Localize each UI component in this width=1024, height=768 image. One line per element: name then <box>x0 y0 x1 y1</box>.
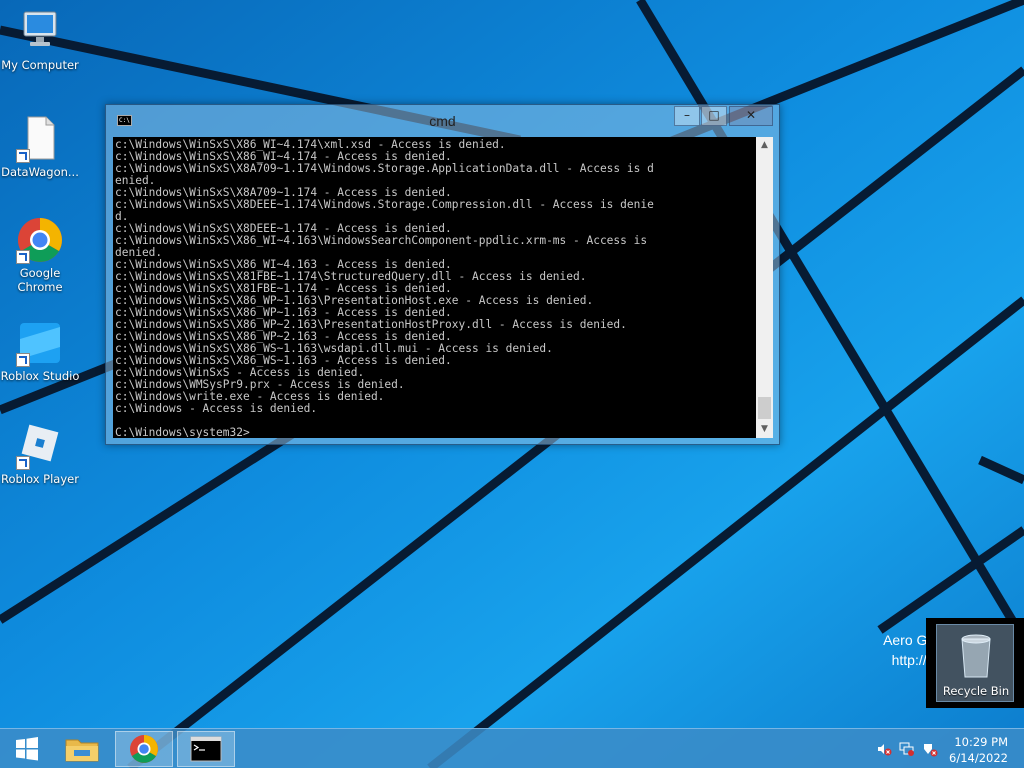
desktop-icon-label: Recycle Bin <box>942 684 1010 698</box>
desktop-icon-label: Roblox Player <box>1 472 79 486</box>
desktop-icon-recycle-bin[interactable]: Recycle Bin <box>926 618 1024 708</box>
chrome-icon <box>130 735 158 763</box>
desktop-icon-my-computer[interactable]: My Computer <box>0 8 80 72</box>
shortcut-arrow-icon <box>16 250 30 264</box>
vertical-scrollbar[interactable]: ▲ ▼ <box>756 137 773 438</box>
taskbar-clock[interactable]: 10:29 PM 6/14/2022 <box>949 734 1008 766</box>
taskbar-chrome[interactable] <box>115 731 173 767</box>
cmd-window[interactable]: C:\ cmd – □ ✕ c:\Windows\WinSxS\X86_WI~4… <box>105 104 780 445</box>
scroll-down-icon[interactable]: ▼ <box>756 421 773 438</box>
file-icon <box>16 115 64 163</box>
roblox-studio-icon <box>16 319 64 367</box>
scrollbar-thumb[interactable] <box>758 397 771 419</box>
computer-icon <box>16 8 64 56</box>
desktop-icon-roblox-player[interactable]: Roblox Player <box>0 422 80 486</box>
start-button[interactable] <box>4 731 48 767</box>
desktop-icon-label: DataWagon... <box>1 165 79 179</box>
taskbar-cmd[interactable] <box>177 731 235 767</box>
windows-logo-icon <box>16 737 38 761</box>
taskbar: 10:29 PM 6/14/2022 <box>0 728 1024 768</box>
console-line: c:\Windows - Access is denied. <box>115 402 318 415</box>
scroll-up-icon[interactable]: ▲ <box>756 137 773 154</box>
folder-icon <box>65 739 99 762</box>
desktop-icon-google-chrome[interactable]: Google Chrome <box>0 216 80 294</box>
desktop-icon-label: My Computer <box>1 58 79 72</box>
shortcut-arrow-icon <box>16 149 30 163</box>
console-prompt[interactable]: C:\Windows\system32> <box>113 427 756 439</box>
cmd-titlebar[interactable]: C:\ cmd – □ ✕ <box>106 105 779 137</box>
console-output: c:\Windows\WinSxS\X86_WI~4.174\xml.xsd -… <box>113 137 756 427</box>
maximize-button[interactable]: □ <box>701 106 727 126</box>
desktop-icon-roblox-studio[interactable]: Roblox Studio <box>0 319 80 383</box>
shortcut-arrow-icon <box>16 456 30 470</box>
cmd-icon <box>190 736 222 762</box>
volume-muted-icon[interactable] <box>876 741 892 757</box>
desktop-icon-label: Roblox Studio <box>0 369 80 383</box>
network-icon[interactable] <box>899 741 915 757</box>
desktop-icon-label: Google Chrome <box>17 266 63 294</box>
console-line: c:\Windows\WinSxS\X8A709~1.174\Windows.S… <box>115 162 654 175</box>
console-line: c:\Windows\WinSxS\X86_WI~4.163\WindowsSe… <box>115 234 648 247</box>
taskbar-file-explorer[interactable] <box>56 731 108 767</box>
console-line: c:\Windows\WinSxS\X8DEEE~1.174\Windows.S… <box>115 198 654 211</box>
chrome-icon <box>16 216 64 264</box>
recycle-bin-icon <box>961 634 991 678</box>
minimize-button[interactable]: – <box>674 106 700 126</box>
clock-date: 6/14/2022 <box>949 751 1008 765</box>
console-area[interactable]: c:\Windows\WinSxS\X86_WI~4.174\xml.xsd -… <box>113 137 756 438</box>
desktop: My Computer DataWagon... Google Chrome R… <box>0 0 1024 768</box>
recycle-bin-tile: Recycle Bin <box>936 624 1014 702</box>
clock-time: 10:29 PM <box>954 735 1008 749</box>
close-button[interactable]: ✕ <box>729 106 773 126</box>
action-center-icon[interactable] <box>922 741 938 757</box>
desktop-icon-datawagon[interactable]: DataWagon... <box>0 115 80 179</box>
shortcut-arrow-icon <box>16 353 30 367</box>
roblox-player-icon <box>16 422 64 470</box>
system-tray: 10:29 PM 6/14/2022 <box>870 729 1024 768</box>
